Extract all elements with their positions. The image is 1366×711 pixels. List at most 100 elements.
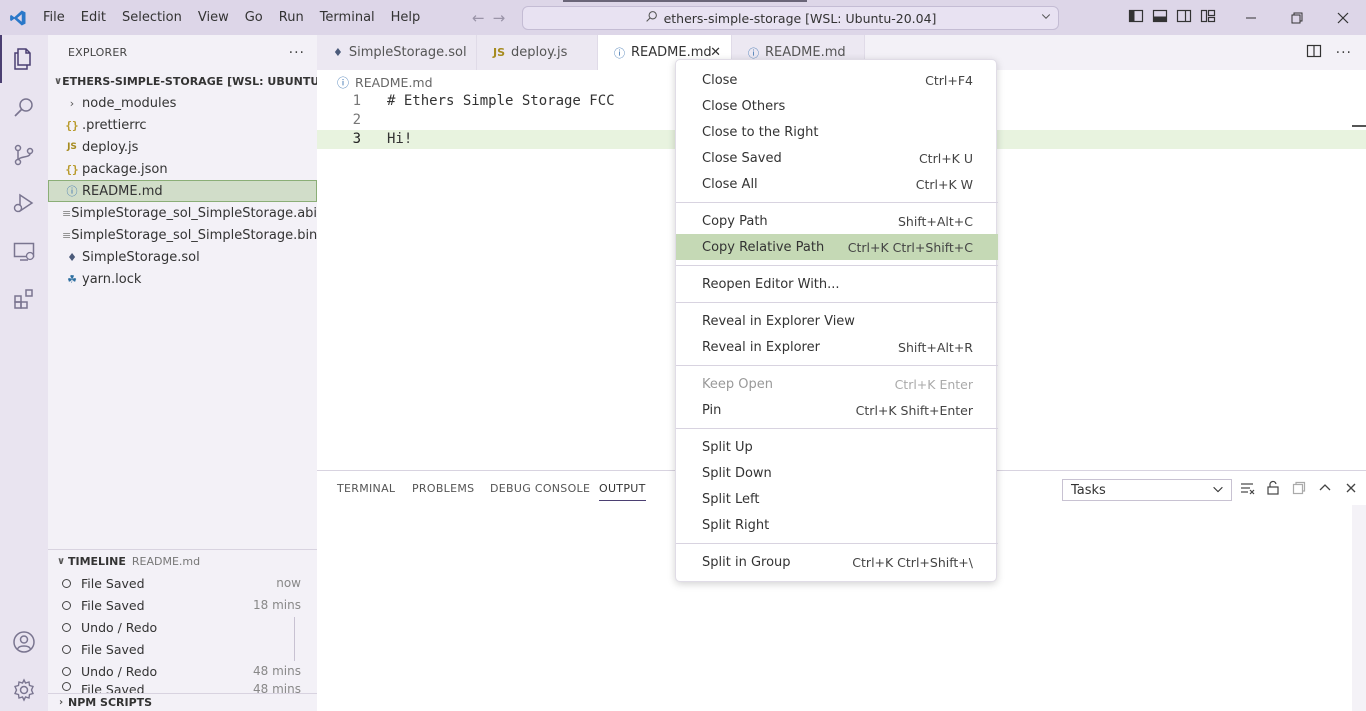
remote-explorer-icon[interactable] <box>0 227 48 275</box>
customize-layout-icon[interactable] <box>1200 8 1216 28</box>
workspace-folder[interactable]: ∨ ETHERS-SIMPLE-STORAGE [WSL: UBUNTU-20.… <box>48 70 317 92</box>
accounts-icon[interactable] <box>0 618 48 666</box>
close-icon[interactable]: ✕ <box>710 45 721 60</box>
menu-item-close-all[interactable]: Close All Ctrl+K W <box>676 171 998 197</box>
more-actions-icon[interactable]: ··· <box>289 45 305 61</box>
explorer-title: EXPLORER <box>68 46 128 59</box>
timeline-file: README.md <box>131 554 201 568</box>
tab-terminal[interactable]: TERMINAL <box>337 482 395 495</box>
explorer-sidebar: EXPLORER ··· ∨ ETHERS-SIMPLE-STORAGE [WS… <box>48 35 317 711</box>
gear-icon[interactable] <box>0 666 48 711</box>
forward-arrow-icon[interactable]: → <box>493 9 506 27</box>
menu-item-label: Split Right <box>702 517 770 533</box>
more-actions-icon[interactable]: ··· <box>1336 45 1352 61</box>
menu-item-split-left[interactable]: Split Left <box>676 486 998 512</box>
tree-item-node-modules[interactable]: › node_modules <box>48 92 317 114</box>
tree-item-yarn-lock[interactable]: ☘ yarn.lock <box>48 268 317 290</box>
toggle-panel-icon[interactable] <box>1152 8 1168 28</box>
tree-item-deploy-js[interactable]: JS deploy.js <box>48 136 317 158</box>
clear-output-icon[interactable] <box>1239 480 1255 500</box>
window-controls <box>1228 0 1366 35</box>
toggle-secondary-sidebar-icon[interactable] <box>1176 8 1192 28</box>
split-editor-icon[interactable] <box>1306 43 1322 63</box>
menu-item-close-saved[interactable]: Close Saved Ctrl+K U <box>676 145 998 171</box>
output-channel-select[interactable]: Tasks <box>1062 479 1232 501</box>
timeline-scrollbar[interactable] <box>294 617 295 661</box>
menu-item-shortcut: Ctrl+K Ctrl+Shift+C <box>847 239 973 255</box>
tree-item-readme[interactable]: ⓘ README.md <box>48 180 317 202</box>
menu-view[interactable]: View <box>190 0 237 35</box>
tab-output[interactable]: OUTPUT <box>599 482 646 501</box>
timeline-item[interactable]: File Saved now <box>48 572 317 594</box>
editor-actions: ··· <box>1306 35 1352 70</box>
extensions-icon[interactable] <box>0 275 48 323</box>
tree-item-abi[interactable]: ≡ SimpleStorage_sol_SimpleStorage.abi <box>48 202 317 224</box>
timeline-item[interactable]: File Saved <box>48 638 317 660</box>
menu-run[interactable]: Run <box>271 0 312 35</box>
vscode-logo-icon <box>0 0 35 35</box>
menu-item-close-to-right[interactable]: Close to the Right <box>676 119 998 145</box>
toggle-primary-sidebar-icon[interactable] <box>1128 8 1144 28</box>
line-number: 2 <box>352 112 361 128</box>
npm-scripts-section[interactable]: › NPM SCRIPTS <box>48 693 317 711</box>
source-control-icon[interactable] <box>0 131 48 179</box>
timeline-item[interactable]: Undo / Redo 48 mins <box>48 660 317 682</box>
menu-separator <box>676 202 998 203</box>
search-icon[interactable] <box>0 83 48 131</box>
menu-item-split-right[interactable]: Split Right <box>676 512 998 538</box>
menu-terminal[interactable]: Terminal <box>312 0 383 35</box>
menu-item-label: Reopen Editor With... <box>702 276 840 292</box>
menu-item-label: Keep Open <box>702 376 773 392</box>
back-arrow-icon[interactable]: ← <box>472 9 485 27</box>
close-icon[interactable] <box>1343 480 1359 500</box>
output-channel-value: Tasks <box>1071 482 1106 498</box>
menu-item-shortcut: Ctrl+K Ctrl+Shift+\ <box>852 554 973 570</box>
menu-item-split-down[interactable]: Split Down <box>676 460 998 486</box>
timeline-header[interactable]: ∨ TIMELINE README.md <box>48 550 317 572</box>
menu-item-close[interactable]: Close Ctrl+F4 <box>676 67 998 93</box>
menu-item-close-others[interactable]: Close Others <box>676 93 998 119</box>
restore-icon[interactable] <box>1274 0 1320 35</box>
menu-item-pin[interactable]: Pin Ctrl+K Shift+Enter <box>676 397 998 423</box>
menu-item-reveal-explorer-view[interactable]: Reveal in Explorer View <box>676 308 998 334</box>
tab-deploy-js[interactable]: JS deploy.js <box>477 35 598 70</box>
explorer-icon[interactable] <box>0 35 48 83</box>
chevron-right-icon: › <box>69 96 75 110</box>
info-icon: ⓘ <box>614 46 625 60</box>
timeline-item[interactable]: Undo / Redo <box>48 616 317 638</box>
copy-icon[interactable] <box>1291 480 1307 500</box>
run-debug-icon[interactable] <box>0 179 48 227</box>
code-text: # Ethers Simple Storage FCC <box>387 93 615 109</box>
chevron-down-icon[interactable] <box>1040 10 1052 25</box>
menu-item-split-up[interactable]: Split Up <box>676 434 998 460</box>
menu-file[interactable]: File <box>35 0 73 35</box>
menu-item-split-in-group[interactable]: Split in Group Ctrl+K Ctrl+Shift+\ <box>676 549 998 575</box>
menu-item-copy-relative-path[interactable]: Copy Relative Path Ctrl+K Ctrl+Shift+C <box>676 234 998 260</box>
menu-go[interactable]: Go <box>237 0 271 35</box>
close-window-icon[interactable] <box>1320 0 1366 35</box>
menu-item-reveal-in-explorer[interactable]: Reveal in Explorer Shift+Alt+R <box>676 334 998 360</box>
tree-item-prettierrc[interactable]: {} .prettierrc <box>48 114 317 136</box>
menu-item-copy-path[interactable]: Copy Path Shift+Alt+C <box>676 208 998 234</box>
maximize-panel-icon[interactable] <box>1317 480 1333 500</box>
timeline-item-label: File Saved <box>81 641 145 657</box>
tab-problems[interactable]: PROBLEMS <box>412 482 474 495</box>
tree-item-package-json[interactable]: {} package.json <box>48 158 317 180</box>
menu-help[interactable]: Help <box>383 0 429 35</box>
circle-icon <box>62 682 71 691</box>
tab-debug-console[interactable]: DEBUG CONSOLE <box>490 482 590 495</box>
command-center[interactable]: ethers-simple-storage [WSL: Ubuntu-20.04… <box>522 6 1059 30</box>
minimize-icon[interactable] <box>1228 0 1274 35</box>
tab-simplestorage-sol[interactable]: ♦ SimpleStorage.sol <box>317 35 477 70</box>
breadcrumb[interactable]: ⓘ README.md <box>337 72 433 92</box>
menu-selection[interactable]: Selection <box>114 0 190 35</box>
menu-item-reopen-editor-with[interactable]: Reopen Editor With... <box>676 271 998 297</box>
command-center-label: ethers-simple-storage [WSL: Ubuntu-20.04… <box>663 10 937 26</box>
tree-item-bin[interactable]: ≡ SimpleStorage_sol_SimpleStorage.bin <box>48 224 317 246</box>
menu-edit[interactable]: Edit <box>73 0 114 35</box>
chevron-down-icon: ∨ <box>56 555 66 567</box>
panel-scrollbar[interactable] <box>1352 505 1366 711</box>
lock-icon[interactable] <box>1265 480 1281 500</box>
timeline-item[interactable]: File Saved 18 mins <box>48 594 317 616</box>
tree-item-simplestorage-sol[interactable]: ♦ SimpleStorage.sol <box>48 246 317 268</box>
